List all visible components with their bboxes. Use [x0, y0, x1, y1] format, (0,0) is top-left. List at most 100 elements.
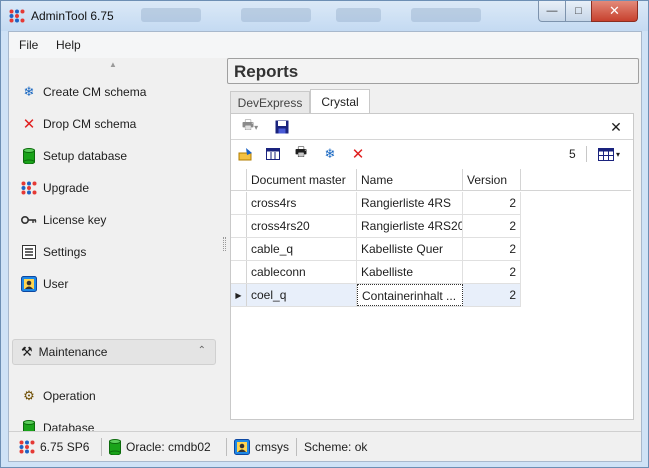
table-row[interactable]: cross4rs Rangierliste 4RS 2: [231, 192, 521, 215]
row-indicator: [231, 261, 247, 283]
status-database-text: Oracle: cmdb02: [126, 440, 211, 454]
status-version: 6.75 SP6: [19, 438, 89, 456]
database-icon: [109, 439, 121, 455]
sidebar-item-upgrade[interactable]: Upgrade: [21, 176, 211, 200]
client-area: File Help ▲ ❄ Create CM schema ✕ Drop CM…: [8, 31, 642, 462]
reports-header: Reports: [227, 58, 639, 84]
edit-report-icon[interactable]: [237, 145, 255, 163]
cell-name[interactable]: Rangierliste 4RS20: [357, 215, 463, 237]
tab-crystal[interactable]: Crystal: [310, 89, 370, 113]
status-database: Oracle: cmdb02: [109, 438, 211, 456]
sidebar-item-label: License key: [43, 213, 107, 227]
user-icon: [21, 276, 37, 292]
panel-title: Reports: [234, 62, 299, 81]
status-separator: [296, 438, 297, 456]
record-count: 5: [569, 147, 576, 161]
maximize-button[interactable]: □: [565, 1, 592, 22]
status-scheme-text: Scheme: ok: [304, 440, 368, 454]
status-scheme: Scheme: ok: [304, 438, 367, 456]
cell-document-master[interactable]: coel_q: [247, 284, 357, 306]
cell-version[interactable]: 2: [463, 261, 521, 283]
print-icon[interactable]: 🖶: [292, 144, 310, 163]
column-header-version[interactable]: Version: [463, 169, 521, 191]
sidebar-item-drop-cm-schema[interactable]: ✕ Drop CM schema: [21, 112, 211, 136]
maintenance-group-header[interactable]: ⚒ Maintenance ⌃: [12, 339, 216, 365]
scroll-up-icon[interactable]: ▲: [109, 60, 117, 69]
sidebar-item-label: Setup database: [43, 149, 128, 163]
cell-document-master[interactable]: cableconn: [247, 261, 357, 283]
grid-layout-dropdown-icon[interactable]: ▾: [594, 145, 624, 163]
delete-icon[interactable]: ✕: [349, 145, 367, 163]
snowflake-icon: ❄: [23, 84, 35, 99]
sidebar-item-create-cm-schema[interactable]: ❄ Create CM schema: [21, 80, 211, 104]
row-indicator: [231, 215, 247, 237]
window-title: AdminTool 6.75: [31, 9, 114, 23]
columns-icon[interactable]: [264, 145, 282, 163]
grid-toolbar: 🖶 ❄ ✕ 5 ▾: [231, 141, 633, 167]
reports-panel: Reports DevExpress Crystal 🖶 ▾ ✕ 🖶 ❄ ✕ 5…: [227, 58, 639, 424]
snowflake-icon[interactable]: ❄: [321, 145, 339, 163]
sidebar-item-user[interactable]: User: [21, 272, 211, 296]
sidebar-item-operation[interactable]: ⚙ Operation: [21, 384, 211, 408]
sidebar-item-label: Drop CM schema: [43, 117, 137, 131]
row-indicator-header: [231, 169, 247, 191]
background-blur: [141, 8, 201, 22]
table-row-focused[interactable]: ▶ coel_q Containerinhalt ... 2: [231, 284, 521, 307]
sidebar-item-settings[interactable]: Settings: [21, 240, 211, 264]
sidebar-item-label: User: [43, 277, 69, 291]
cell-version[interactable]: 2: [463, 215, 521, 237]
settings-list-icon: [21, 244, 37, 260]
cell-document-master[interactable]: cable_q: [247, 238, 357, 260]
save-icon[interactable]: [273, 118, 291, 136]
sidebar-item-label: Operation: [43, 389, 96, 403]
reports-grid: Document master Name Version cross4rs Ra…: [231, 169, 633, 419]
cell-document-master[interactable]: cross4rs20: [247, 215, 357, 237]
cell-name[interactable]: Kabelliste Quer: [357, 238, 463, 260]
cell-name[interactable]: Rangierliste 4RS: [357, 192, 463, 214]
sidebar-item-label: Upgrade: [43, 181, 90, 195]
app-logo-icon: [9, 9, 25, 23]
table-row[interactable]: cableconn Kabelliste 2: [231, 261, 521, 284]
title-bar: AdminTool 6.75 — □ ✕: [1, 1, 648, 31]
background-blur: [411, 8, 481, 22]
close-button[interactable]: ✕: [591, 1, 638, 22]
table-row[interactable]: cable_q Kabelliste Quer 2: [231, 238, 521, 261]
cell-name[interactable]: Kabelliste: [357, 261, 463, 283]
menu-help[interactable]: Help: [56, 38, 81, 52]
sidebar-item-setup-database[interactable]: Setup database: [21, 144, 211, 168]
database-icon: [21, 148, 37, 164]
column-header-document-master[interactable]: Document master: [247, 169, 357, 191]
app-logo-icon: [21, 180, 37, 196]
row-indicator: [231, 238, 247, 260]
cell-version[interactable]: 2: [463, 192, 521, 214]
navigation-sidebar: ▲ ❄ Create CM schema ✕ Drop CM schema Se…: [9, 58, 223, 456]
menu-file[interactable]: File: [19, 38, 38, 52]
cell-version[interactable]: 2: [463, 238, 521, 260]
close-icon[interactable]: ✕: [607, 118, 625, 136]
status-user-text: cmsys: [255, 440, 289, 454]
cell-version[interactable]: 2: [463, 284, 521, 306]
tab-devexpress[interactable]: DevExpress: [230, 91, 310, 113]
background-blur: [241, 8, 311, 22]
row-indicator: [231, 192, 247, 214]
table-row[interactable]: cross4rs20 Rangierliste 4RS20 2: [231, 215, 521, 238]
key-icon: [21, 212, 37, 228]
menu-bar: File Help: [9, 32, 641, 58]
sidebar-item-label: Settings: [43, 245, 87, 259]
sidebar-item-license-key[interactable]: License key: [21, 208, 211, 232]
tools-icon: ⚒: [21, 344, 33, 359]
group-label: Maintenance: [38, 345, 108, 359]
status-version-text: 6.75 SP6: [40, 440, 90, 454]
gears-icon: ⚙: [23, 388, 35, 403]
cell-document-master[interactable]: cross4rs: [247, 192, 357, 214]
splitter-handle[interactable]: [223, 237, 226, 251]
status-separator: [101, 438, 102, 456]
minimize-button[interactable]: —: [538, 1, 566, 22]
tab-content: 🖶 ▾ ✕ 🖶 ❄ ✕ 5 ▾ Document master Name Ver…: [230, 113, 634, 420]
print-dropdown-icon[interactable]: 🖶 ▾: [237, 117, 263, 136]
column-header-name[interactable]: Name: [357, 169, 463, 191]
cell-name[interactable]: Containerinhalt ...: [357, 284, 463, 306]
chevron-up-icon[interactable]: ⌃: [198, 345, 206, 356]
background-blur: [336, 8, 381, 22]
toolbar-separator: [586, 146, 587, 162]
